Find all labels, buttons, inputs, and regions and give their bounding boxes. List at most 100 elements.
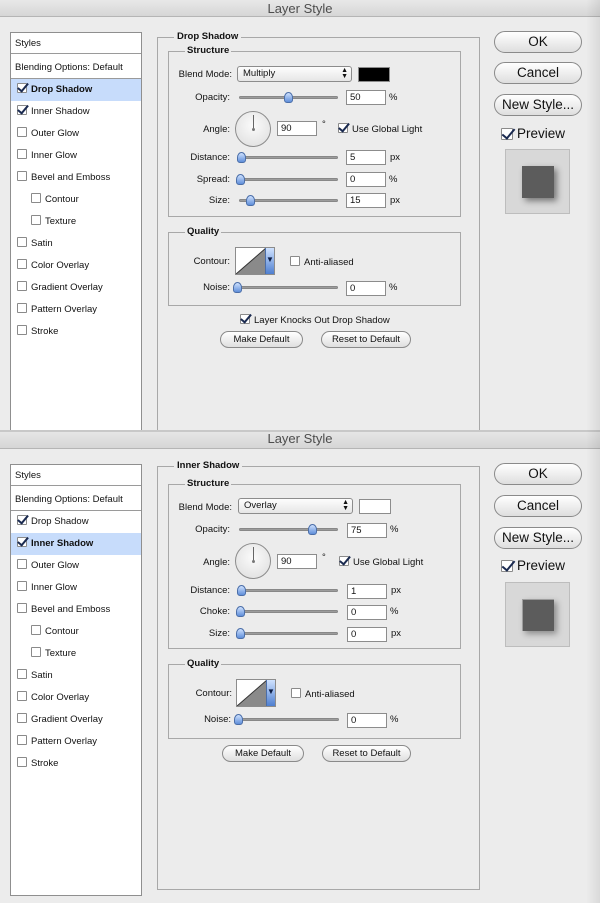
distance-slider[interactable]: [237, 152, 338, 163]
spread-slider-thumb[interactable]: [236, 174, 245, 185]
contour-dropdown-arrow-icon[interactable]: ▼: [265, 248, 274, 274]
new-style-button[interactable]: New Style...: [494, 94, 582, 116]
new-style-button[interactable]: New Style...: [494, 527, 582, 549]
shadow-color-swatch[interactable]: [359, 499, 391, 514]
size-field[interactable]: 15: [346, 193, 386, 208]
preview-checkbox[interactable]: Preview: [501, 126, 565, 141]
size-slider[interactable]: [239, 195, 338, 206]
distance-field[interactable]: 5: [346, 150, 386, 165]
opacity-field[interactable]: 75: [347, 523, 387, 538]
checkbox-checked-icon[interactable]: [17, 515, 27, 525]
checkbox-unchecked-icon[interactable]: [17, 669, 27, 679]
checkbox-unchecked-icon[interactable]: [17, 127, 27, 137]
size-field[interactable]: 0: [347, 627, 387, 642]
checkbox-unchecked-icon[interactable]: [17, 325, 27, 335]
noise-slider-thumb[interactable]: [233, 282, 242, 293]
angle-dial[interactable]: [235, 543, 271, 579]
noise-slider[interactable]: [233, 282, 338, 293]
anti-aliased-checkbox[interactable]: Anti-aliased: [291, 688, 355, 700]
blending-options-item[interactable]: Blending Options: Default: [11, 489, 141, 511]
style-item-drop-shadow[interactable]: Drop Shadow: [11, 79, 141, 101]
checkbox-unchecked-icon[interactable]: [17, 757, 27, 767]
styles-header[interactable]: Styles: [11, 465, 141, 486]
size-slider-thumb[interactable]: [246, 195, 255, 206]
noise-field[interactable]: 0: [346, 281, 386, 296]
checkbox-unchecked-icon[interactable]: [17, 713, 27, 723]
style-item-texture[interactable]: Texture: [11, 643, 141, 665]
checkbox-unchecked-icon[interactable]: [17, 559, 27, 569]
distance-slider-thumb[interactable]: [237, 585, 246, 596]
checkbox-unchecked-icon[interactable]: [17, 149, 27, 159]
checkbox-unchecked-icon[interactable]: [17, 735, 27, 745]
blend-mode-select[interactable]: Overlay ▲ ▼: [238, 498, 353, 514]
checkbox-unchecked-icon[interactable]: [17, 691, 27, 701]
checkbox-checked-icon[interactable]: [17, 105, 27, 115]
style-item-contour[interactable]: Contour: [11, 621, 141, 643]
make-default-button[interactable]: Make Default: [222, 745, 304, 762]
opacity-slider[interactable]: [239, 524, 338, 535]
checkbox-unchecked-icon[interactable]: [31, 625, 41, 635]
ok-button[interactable]: OK: [494, 463, 582, 485]
checkbox-unchecked-icon[interactable]: [17, 237, 27, 247]
cancel-button[interactable]: Cancel: [494, 62, 582, 84]
checkbox-unchecked-icon[interactable]: [17, 171, 27, 181]
angle-dial[interactable]: [235, 111, 271, 147]
angle-field[interactable]: 90: [277, 121, 317, 136]
make-default-button[interactable]: Make Default: [220, 331, 303, 348]
style-item-bevel-and-emboss[interactable]: Bevel and Emboss: [11, 167, 141, 189]
style-item-inner-glow[interactable]: Inner Glow: [11, 145, 141, 167]
checkbox-unchecked-icon[interactable]: [31, 215, 41, 225]
checkbox-unchecked-icon[interactable]: [31, 193, 41, 203]
style-item-pattern-overlay[interactable]: Pattern Overlay: [11, 299, 141, 321]
checkbox-unchecked-icon[interactable]: [17, 281, 27, 291]
spread-slider[interactable]: [236, 174, 338, 185]
style-item-satin[interactable]: Satin: [11, 233, 141, 255]
choke-slider[interactable]: [236, 606, 338, 617]
anti-aliased-checkbox[interactable]: Anti-aliased: [290, 256, 354, 268]
style-item-outer-glow[interactable]: Outer Glow: [11, 555, 141, 577]
distance-field[interactable]: 1: [347, 584, 387, 599]
style-item-color-overlay[interactable]: Color Overlay: [11, 255, 141, 277]
style-item-outer-glow[interactable]: Outer Glow: [11, 123, 141, 145]
checkbox-checked-icon[interactable]: [17, 537, 27, 547]
shadow-color-swatch[interactable]: [358, 67, 390, 82]
blending-options-item[interactable]: Blending Options: Default: [11, 57, 141, 79]
checkbox-unchecked-icon[interactable]: [17, 303, 27, 313]
style-item-drop-shadow[interactable]: Drop Shadow: [11, 511, 141, 533]
distance-slider[interactable]: [237, 585, 338, 596]
style-item-gradient-overlay[interactable]: Gradient Overlay: [11, 709, 141, 731]
knockout-checkbox[interactable]: Layer Knocks Out Drop Shadow: [240, 314, 390, 326]
opacity-slider[interactable]: [239, 92, 338, 103]
reset-to-default-button[interactable]: Reset to Default: [322, 745, 411, 762]
distance-slider-thumb[interactable]: [237, 152, 246, 163]
style-item-pattern-overlay[interactable]: Pattern Overlay: [11, 731, 141, 753]
noise-slider[interactable]: [234, 714, 339, 725]
opacity-slider-thumb[interactable]: [283, 92, 293, 103]
reset-to-default-button[interactable]: Reset to Default: [321, 331, 411, 348]
checkbox-unchecked-icon[interactable]: [17, 259, 27, 269]
checkbox-unchecked-icon[interactable]: [17, 581, 27, 591]
checkbox-unchecked-icon[interactable]: [31, 647, 41, 657]
style-item-inner-shadow[interactable]: Inner Shadow: [11, 533, 141, 555]
style-item-satin[interactable]: Satin: [11, 665, 141, 687]
blend-mode-select[interactable]: Multiply ▲ ▼: [237, 66, 352, 82]
opacity-slider-thumb[interactable]: [307, 524, 317, 535]
contour-picker[interactable]: ▼: [236, 679, 276, 707]
style-item-stroke[interactable]: Stroke: [11, 321, 141, 343]
style-item-inner-glow[interactable]: Inner Glow: [11, 577, 141, 599]
styles-header[interactable]: Styles: [11, 33, 141, 54]
checkbox-unchecked-icon[interactable]: [17, 603, 27, 613]
style-item-stroke[interactable]: Stroke: [11, 753, 141, 775]
style-item-inner-shadow[interactable]: Inner Shadow: [11, 101, 141, 123]
opacity-field[interactable]: 50: [346, 90, 386, 105]
spread-field[interactable]: 0: [346, 172, 386, 187]
noise-field[interactable]: 0: [347, 713, 387, 728]
size-slider-thumb[interactable]: [236, 628, 245, 639]
choke-slider-thumb[interactable]: [236, 606, 245, 617]
use-global-light-checkbox[interactable]: Use Global Light: [338, 123, 422, 135]
ok-button[interactable]: OK: [494, 31, 582, 53]
contour-picker[interactable]: ▼: [235, 247, 275, 275]
noise-slider-thumb[interactable]: [234, 714, 243, 725]
style-item-color-overlay[interactable]: Color Overlay: [11, 687, 141, 709]
contour-dropdown-arrow-icon[interactable]: ▼: [266, 680, 275, 706]
